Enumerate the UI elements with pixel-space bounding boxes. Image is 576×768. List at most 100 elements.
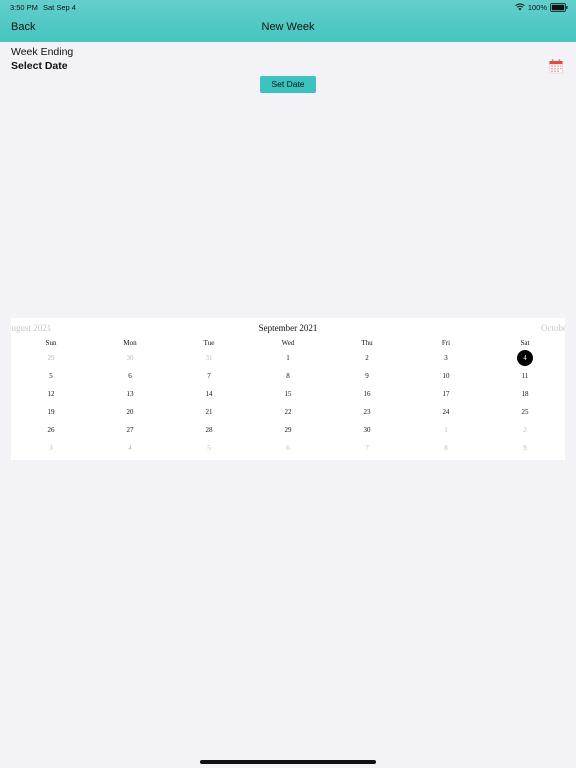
calendar-day[interactable]: 29 bbox=[43, 351, 59, 365]
week-ending-label: Week Ending bbox=[11, 46, 74, 58]
calendar-day-number: 24 bbox=[442, 408, 450, 416]
current-month-label: September 2021 bbox=[258, 323, 318, 333]
calendar-day-number: 27 bbox=[126, 426, 134, 434]
set-date-button[interactable]: Set Date bbox=[260, 76, 316, 93]
calendar-day[interactable]: 15 bbox=[280, 387, 296, 401]
calendar-day-number: 4 bbox=[523, 354, 527, 362]
calendar-day-number: 23 bbox=[363, 408, 371, 416]
calendar-day[interactable]: 5 bbox=[201, 441, 217, 455]
calendar-day-number: 8 bbox=[286, 372, 290, 380]
select-date-value: Select Date bbox=[11, 60, 68, 72]
calendar-day-selected[interactable]: 4 bbox=[517, 350, 533, 366]
calendar-week-row: 19 20 21 22 23 24 25 bbox=[11, 405, 565, 419]
calendar-day-number: 11 bbox=[521, 372, 529, 380]
calendar-day-number: 4 bbox=[128, 444, 132, 452]
calendar-day[interactable]: 4 bbox=[122, 441, 138, 455]
calendar-day[interactable]: 8 bbox=[438, 441, 454, 455]
calendar-day-number: 19 bbox=[47, 408, 55, 416]
calendar-day[interactable]: 30 bbox=[359, 423, 375, 437]
calendar-day[interactable]: 13 bbox=[122, 387, 138, 401]
calendar-day-number: 30 bbox=[363, 426, 371, 434]
calendar-day[interactable]: 10 bbox=[438, 369, 454, 383]
calendar-day[interactable]: 28 bbox=[201, 423, 217, 437]
calendar-day[interactable]: 8 bbox=[280, 369, 296, 383]
weekday-mon: Mon bbox=[123, 339, 137, 347]
calendar-day-number: 17 bbox=[442, 390, 450, 398]
calendar-day-number: 7 bbox=[207, 372, 211, 380]
calendar-day-number: 10 bbox=[442, 372, 450, 380]
calendar-day-number: 15 bbox=[284, 390, 292, 398]
calendar-day-number: 2 bbox=[523, 426, 527, 434]
calendar-day[interactable]: 17 bbox=[438, 387, 454, 401]
calendar-day[interactable]: 1 bbox=[438, 423, 454, 437]
calendar-day-number: 9 bbox=[365, 372, 369, 380]
calendar-day[interactable]: 2 bbox=[359, 351, 375, 365]
calendar-day[interactable]: 20 bbox=[122, 405, 138, 419]
calendar-day[interactable]: 19 bbox=[43, 405, 59, 419]
calendar-day[interactable]: 12 bbox=[43, 387, 59, 401]
page-title: New Week bbox=[261, 21, 315, 33]
calendar-day[interactable]: 3 bbox=[438, 351, 454, 365]
calendar-day-number: 2 bbox=[365, 354, 369, 362]
next-month-label[interactable]: October 2021 bbox=[541, 323, 565, 333]
calendar-day-number: 14 bbox=[205, 390, 213, 398]
navigation-bar: 3:50 PM Sat Sep 4 100% Back New Week bbox=[0, 0, 576, 42]
calendar-day[interactable]: 29 bbox=[280, 423, 296, 437]
calendar-day[interactable]: 3 bbox=[43, 441, 59, 455]
calendar-day[interactable]: 9 bbox=[517, 441, 533, 455]
calendar-week-row: 26 27 28 29 30 1 2 bbox=[11, 423, 565, 437]
calendar-day-number: 30 bbox=[126, 354, 134, 362]
calendar-day[interactable]: 14 bbox=[201, 387, 217, 401]
weekday-sun: Sun bbox=[45, 339, 57, 347]
calendar-day[interactable]: 24 bbox=[438, 405, 454, 419]
calendar-day[interactable]: 5 bbox=[43, 369, 59, 383]
status-time: 3:50 PM bbox=[10, 3, 38, 12]
weekday-fri: Fri bbox=[441, 339, 451, 347]
calendar-day[interactable]: 2 bbox=[517, 423, 533, 437]
battery-icon bbox=[550, 2, 568, 12]
calendar-day-number: 3 bbox=[49, 444, 53, 452]
calendar-day[interactable]: 6 bbox=[122, 369, 138, 383]
calendar-day-number: 31 bbox=[205, 354, 213, 362]
calendar-day-number: 9 bbox=[523, 444, 527, 452]
calendar-day[interactable]: 18 bbox=[517, 387, 533, 401]
calendar-day-number: 3 bbox=[444, 354, 448, 362]
calendar-day-number: 1 bbox=[444, 426, 448, 434]
calendar-day[interactable]: 26 bbox=[43, 423, 59, 437]
weekday-thu: Thu bbox=[361, 339, 373, 347]
weekday-tue: Tue bbox=[203, 339, 215, 347]
calendar-icon[interactable] bbox=[548, 58, 564, 74]
calendar-day[interactable]: 30 bbox=[122, 351, 138, 365]
calendar-day[interactable]: 1 bbox=[280, 351, 296, 365]
calendar-week-row: 5 6 7 8 9 10 11 bbox=[11, 369, 565, 383]
calendar-week-row: 3 4 5 6 7 8 9 bbox=[11, 441, 565, 455]
calendar-week-row: 12 13 14 15 16 17 18 bbox=[11, 387, 565, 401]
calendar-day-number: 22 bbox=[284, 408, 292, 416]
calendar-day[interactable]: 22 bbox=[280, 405, 296, 419]
weekday-header: Sun Mon Tue Wed Thu Fri Sat bbox=[11, 339, 565, 349]
calendar-day[interactable]: 27 bbox=[122, 423, 138, 437]
calendar-day[interactable]: 7 bbox=[359, 441, 375, 455]
calendar-week-row: 29 30 31 1 2 3 4 bbox=[11, 350, 565, 366]
calendar-day-number: 18 bbox=[521, 390, 529, 398]
calendar-day-number: 21 bbox=[205, 408, 213, 416]
calendar-day-number: 6 bbox=[286, 444, 290, 452]
calendar-day[interactable]: 21 bbox=[201, 405, 217, 419]
calendar-day-number: 12 bbox=[47, 390, 55, 398]
calendar-day[interactable]: 31 bbox=[201, 351, 217, 365]
weekday-sat: Sat bbox=[520, 339, 530, 347]
calendar-day[interactable]: 11 bbox=[517, 369, 533, 383]
calendar-day[interactable]: 16 bbox=[359, 387, 375, 401]
calendar-day-number: 28 bbox=[205, 426, 213, 434]
calendar-day[interactable]: 25 bbox=[517, 405, 533, 419]
calendar-day-number: 7 bbox=[365, 444, 369, 452]
calendar-day[interactable]: 23 bbox=[359, 405, 375, 419]
calendar-day[interactable]: 7 bbox=[201, 369, 217, 383]
calendar-day[interactable]: 9 bbox=[359, 369, 375, 383]
calendar-day-number: 6 bbox=[128, 372, 132, 380]
calendar-day[interactable]: 6 bbox=[280, 441, 296, 455]
calendar-day-number: 26 bbox=[47, 426, 55, 434]
calendar-day-number: 8 bbox=[444, 444, 448, 452]
status-date: Sat Sep 4 bbox=[43, 3, 76, 12]
home-indicator bbox=[200, 760, 376, 764]
